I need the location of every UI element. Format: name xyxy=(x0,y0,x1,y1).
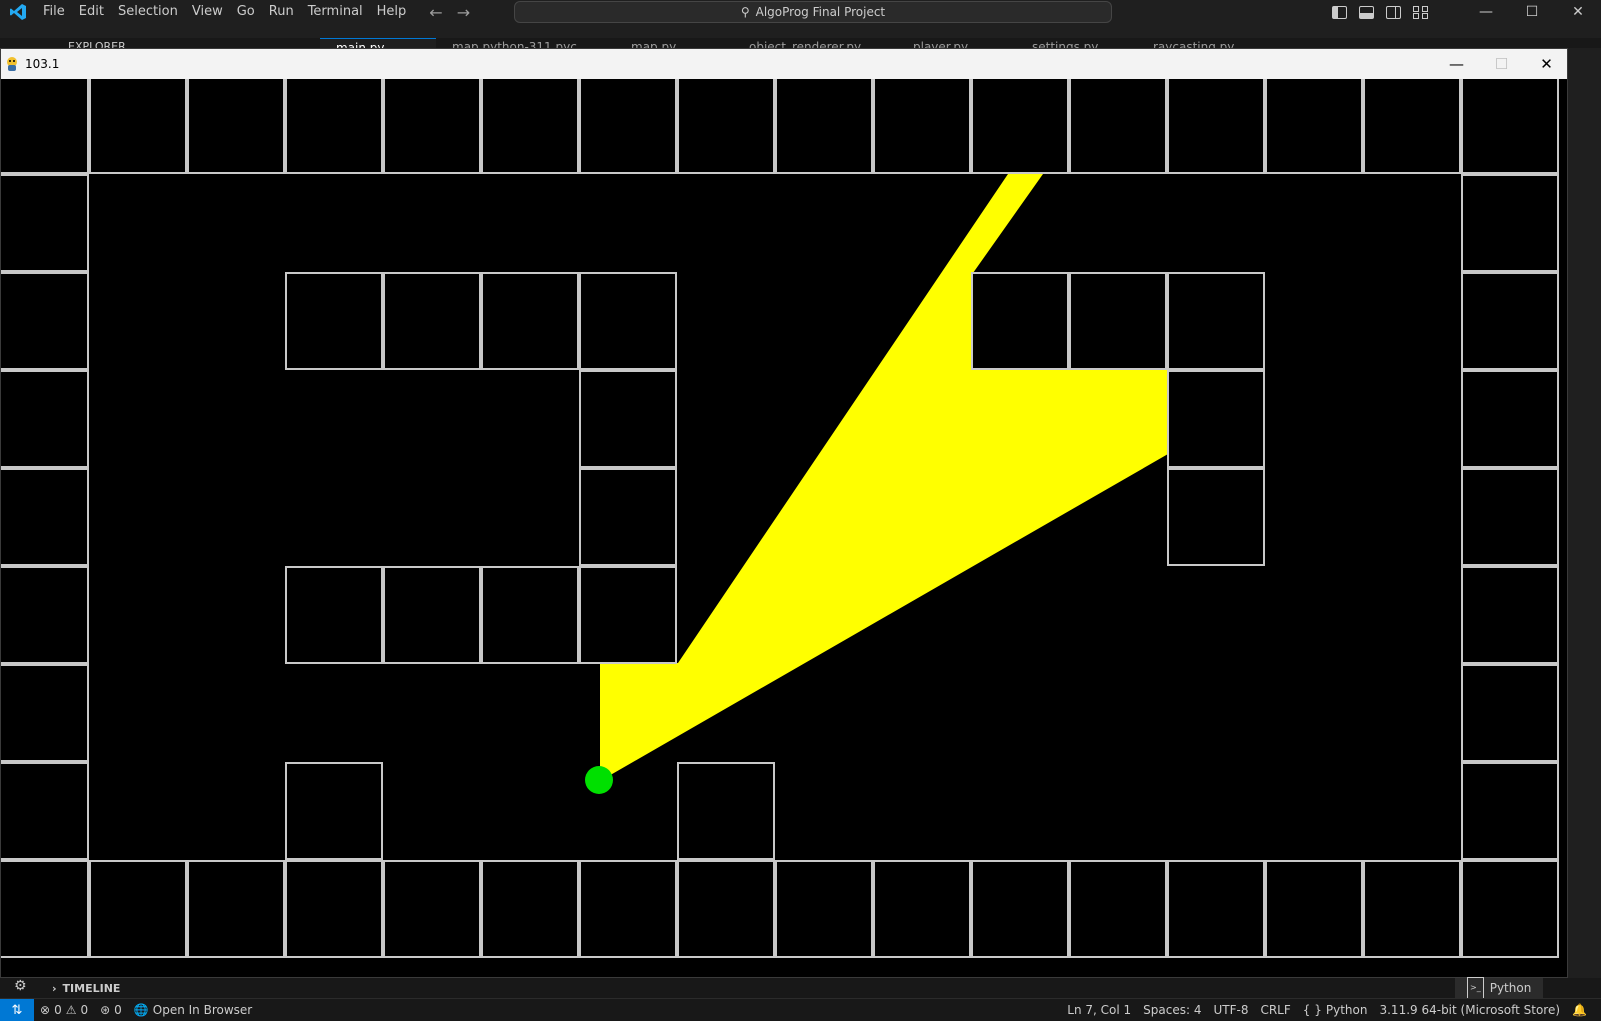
workspace-title: AlgoProg Final Project xyxy=(755,5,886,19)
toggle-panel-icon[interactable] xyxy=(1359,5,1374,19)
vscode-titlebar: File Edit Selection View Go Run Terminal Help ←… xyxy=(0,0,1601,24)
globe-icon: 🌐 xyxy=(133,1003,149,1017)
error-icon: ⊗ xyxy=(40,1003,51,1017)
remote-indicator-icon[interactable]: ⇅ xyxy=(0,999,34,1021)
menu-selection[interactable]: Selection xyxy=(111,0,185,24)
pygame-snake-icon xyxy=(7,57,17,71)
status-bar-right: Ln 7, Col 1 Spaces: 4 UTF-8 CRLF { } Pyt… xyxy=(1061,999,1593,1021)
game-canvas[interactable] xyxy=(1,79,1568,978)
cursor-position[interactable]: Ln 7, Col 1 xyxy=(1061,1003,1137,1017)
menu-go[interactable]: Go xyxy=(230,0,262,24)
menu-file[interactable]: File xyxy=(36,0,72,24)
encoding[interactable]: UTF-8 xyxy=(1207,1003,1254,1017)
menu-edit[interactable]: Edit xyxy=(72,0,111,24)
toggle-secondary-sidebar-icon[interactable] xyxy=(1386,5,1401,19)
python-interpreter[interactable]: 3.11.9 64-bit (Microsoft Store) xyxy=(1373,1003,1566,1017)
language-mode[interactable]: { } Python xyxy=(1297,1003,1374,1017)
menu-bar: File Edit Selection View Go Run Terminal Help xyxy=(36,0,413,24)
broadcast-icon: ⊛ xyxy=(100,1003,111,1017)
pygame-titlebar: 103.1 — ☐ ✕ xyxy=(1,49,1567,79)
editor-tab[interactable]: map.python-311.pyc xyxy=(436,38,615,48)
editor-tab[interactable]: object_renderer.py xyxy=(733,38,897,48)
customize-layout-icon[interactable] xyxy=(1413,5,1428,19)
menu-help[interactable]: Help xyxy=(370,0,414,24)
menu-run[interactable]: Run xyxy=(262,0,301,24)
status-bar: ⇅ ⊗ 0 ⚠ 0 ⊛ 0 🌐 Open In Browser Ln 7, Co… xyxy=(0,998,1601,1021)
editor-tab[interactable]: map.py xyxy=(615,38,733,48)
close-icon[interactable]: ✕ xyxy=(1524,49,1567,79)
vscode-window-controls: — ☐ ✕ xyxy=(1463,0,1601,24)
menu-view[interactable]: View xyxy=(185,0,230,24)
editor-tab[interactable]: settings.py xyxy=(1016,38,1137,48)
navigation-arrows: ← → xyxy=(429,3,470,22)
braces-icon: { } xyxy=(1302,1003,1322,1017)
timeline-header[interactable]: › TIMELINE xyxy=(52,982,120,995)
editor-tab[interactable]: player.py xyxy=(897,38,1016,48)
indentation[interactable]: Spaces: 4 xyxy=(1137,1003,1207,1017)
search-icon: ⚲ xyxy=(740,5,750,19)
problems-indicator[interactable]: ⊗ 0 ⚠ 0 xyxy=(34,1003,94,1017)
vscode-logo-icon xyxy=(0,0,36,24)
chevron-right-icon: ⚙ xyxy=(14,978,27,994)
ports-indicator[interactable]: ⊛ 0 xyxy=(94,1003,128,1017)
explorer-header[interactable]: EXPLORER xyxy=(68,38,126,48)
pygame-window-title: 103.1 xyxy=(25,57,60,71)
close-icon[interactable]: ✕ xyxy=(1555,0,1601,24)
minimize-icon[interactable]: — xyxy=(1463,0,1509,24)
editor-edge xyxy=(1568,48,1601,978)
timeline-section[interactable]: ⚙ › TIMELINE >_ Python xyxy=(0,977,1601,999)
toggle-primary-sidebar-icon[interactable] xyxy=(1332,5,1347,19)
maximize-icon: ☐ xyxy=(1494,55,1509,73)
back-arrow-icon[interactable]: ← xyxy=(429,3,442,22)
warning-icon: ⚠ xyxy=(65,1003,77,1017)
player-marker xyxy=(585,766,613,794)
menu-terminal[interactable]: Terminal xyxy=(301,0,370,24)
minimize-icon[interactable]: — xyxy=(1434,49,1479,79)
open-in-browser-button[interactable]: 🌐 Open In Browser xyxy=(128,1003,258,1017)
chevron-right-icon: › xyxy=(52,981,57,995)
pygame-window-controls: — ☐ ✕ xyxy=(1434,49,1567,79)
editor-tab[interactable]: main.py xyxy=(320,38,436,48)
editor-tab-strip: EXPLORER main.py map.python-311.pyc map.py… xyxy=(0,38,1601,48)
python-terminal-tab[interactable]: >_ Python xyxy=(1455,977,1544,999)
terminal-icon: >_ xyxy=(1467,977,1484,999)
layout-controls xyxy=(1332,0,1428,24)
command-center-search[interactable]: ⚲ AlgoProg Final Project xyxy=(514,1,1112,23)
editor-tab[interactable]: raycasting.py xyxy=(1137,38,1267,48)
end-of-line[interactable]: CRLF xyxy=(1254,1003,1296,1017)
forward-arrow-icon[interactable]: → xyxy=(457,3,470,22)
notifications-bell-icon[interactable]: 🔔 xyxy=(1566,1003,1593,1017)
pygame-window: 103.1 — ☐ ✕ xyxy=(0,48,1568,978)
maximize-icon[interactable]: ☐ xyxy=(1509,0,1555,24)
